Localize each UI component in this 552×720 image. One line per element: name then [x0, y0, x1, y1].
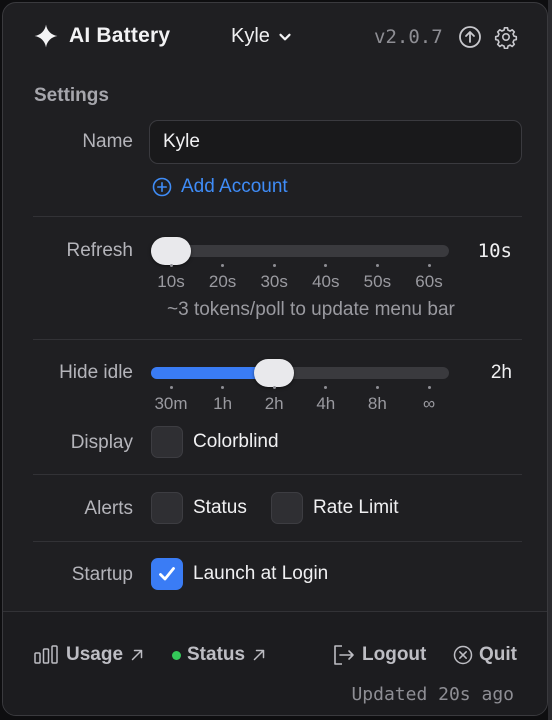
version-label: v2.0.7: [374, 26, 443, 48]
refresh-tick-label: 10s: [157, 272, 185, 291]
hide-idle-tick-mark: [221, 386, 225, 389]
status-alert-label: Status: [193, 497, 247, 518]
plus-circle-icon: [152, 177, 172, 197]
logout-button[interactable]: Logout: [332, 644, 426, 666]
refresh-tick-mark: [272, 264, 276, 267]
close-circle-icon: [453, 645, 473, 665]
check-update-button[interactable]: [457, 24, 483, 50]
launch-at-login-label: Launch at Login: [193, 563, 329, 584]
status-link[interactable]: Status: [172, 644, 267, 666]
status-alert-checkbox[interactable]: Status: [151, 492, 247, 524]
refresh-slider[interactable]: [151, 237, 449, 265]
refresh-tick-label: 40s: [312, 272, 340, 291]
divider: [33, 474, 522, 475]
rate-limit-checkbox-box[interactable]: [271, 492, 303, 524]
launch-at-login-checkbox[interactable]: Launch at Login: [151, 558, 328, 590]
hide-idle-tick-label: 2h: [264, 394, 284, 413]
divider: [33, 339, 522, 340]
refresh-tick-label: 50s: [363, 272, 392, 291]
refresh-tick-label: 30s: [260, 272, 288, 291]
display-label: Display: [70, 432, 133, 453]
logout-label: Logout: [362, 644, 427, 665]
refresh-hint: ~3 tokens/poll to update menu bar: [167, 299, 455, 320]
alerts-label: Alerts: [84, 498, 133, 519]
hide-idle-tick-mark: [427, 386, 431, 389]
hide-idle-tick-label: 4h: [316, 394, 336, 413]
refresh-tick-mark: [375, 264, 379, 267]
hide-idle-tick-mark: [169, 386, 173, 389]
usage-label: Usage: [66, 644, 124, 665]
updated-timestamp: Updated 20s ago: [351, 684, 514, 705]
quit-button[interactable]: Quit: [453, 644, 517, 666]
window-edge: [548, 0, 552, 720]
header: AI Battery Kyle v2.0.7: [3, 3, 547, 71]
hide-idle-value: 2h: [490, 362, 512, 383]
divider: [33, 541, 522, 542]
hide-idle-tick-label: 8h: [367, 394, 387, 413]
name-label: Name: [82, 131, 133, 152]
rate-limit-label: Rate Limit: [313, 497, 399, 518]
ai-battery-popover: AI Battery Kyle v2.0.7 Settings Name Kyl…: [2, 2, 548, 716]
settings-button[interactable]: [493, 24, 519, 50]
refresh-tick-mark: [169, 264, 173, 267]
logout-icon: [334, 645, 354, 665]
refresh-tick-label: 20s: [208, 272, 237, 291]
checkmark-icon: [159, 567, 175, 581]
colorblind-label: Colorblind: [193, 431, 279, 452]
refresh-tick-mark: [221, 264, 225, 267]
startup-label: Startup: [71, 564, 133, 585]
refresh-tick-label: 60s: [415, 272, 443, 291]
sparkle-icon: [34, 24, 58, 48]
arrow-up-right-icon: [131, 649, 143, 661]
arrow-up-right-icon: [253, 649, 265, 661]
status-label: Status: [187, 644, 246, 665]
hide-idle-tick-label: 30m: [154, 394, 188, 413]
status-alert-checkbox-box[interactable]: [151, 492, 183, 524]
hide-idle-tick-label: 1h: [213, 394, 233, 413]
arrow-up-circle-icon: [459, 26, 481, 48]
bar-chart-icon: [34, 645, 58, 664]
launch-at-login-checkbox-box[interactable]: [151, 558, 183, 590]
hide-idle-tick-label: ∞: [422, 394, 436, 413]
account-name: Kyle: [231, 25, 270, 47]
hide-idle-slider[interactable]: [151, 359, 449, 387]
chevron-down-icon: [279, 33, 291, 40]
colorblind-checkbox-box[interactable]: [151, 426, 183, 458]
usage-link[interactable]: Usage: [34, 644, 145, 666]
hide-idle-label: Hide idle: [59, 362, 133, 383]
name-input[interactable]: [149, 120, 522, 164]
add-account-label: Add Account: [181, 176, 288, 197]
add-account-button[interactable]: Add Account: [152, 176, 288, 198]
rate-limit-checkbox[interactable]: Rate Limit: [271, 492, 399, 524]
brand: AI Battery: [33, 23, 170, 49]
refresh-tick-mark: [427, 264, 431, 267]
quit-label: Quit: [479, 644, 517, 665]
refresh-slider-thumb[interactable]: [151, 237, 191, 265]
gear-icon: [494, 27, 518, 49]
hide-idle-tick-mark: [272, 386, 276, 389]
refresh-value: 10s: [477, 240, 512, 262]
divider: [33, 216, 522, 217]
hide-idle-tick-mark: [324, 386, 328, 389]
hide-idle-tick-mark: [375, 386, 379, 389]
account-switcher[interactable]: Kyle: [231, 25, 292, 48]
hide-idle-slider-thumb[interactable]: [254, 359, 295, 387]
refresh-tick-mark: [324, 264, 328, 267]
refresh-label: Refresh: [66, 240, 133, 261]
settings-section-title: Settings: [34, 85, 109, 106]
footer: Usage Status Logout Quit Updated 20s ago: [3, 612, 547, 715]
status-indicator-dot: [172, 650, 181, 660]
colorblind-checkbox[interactable]: Colorblind: [151, 426, 279, 458]
app-title: AI Battery: [69, 24, 171, 47]
